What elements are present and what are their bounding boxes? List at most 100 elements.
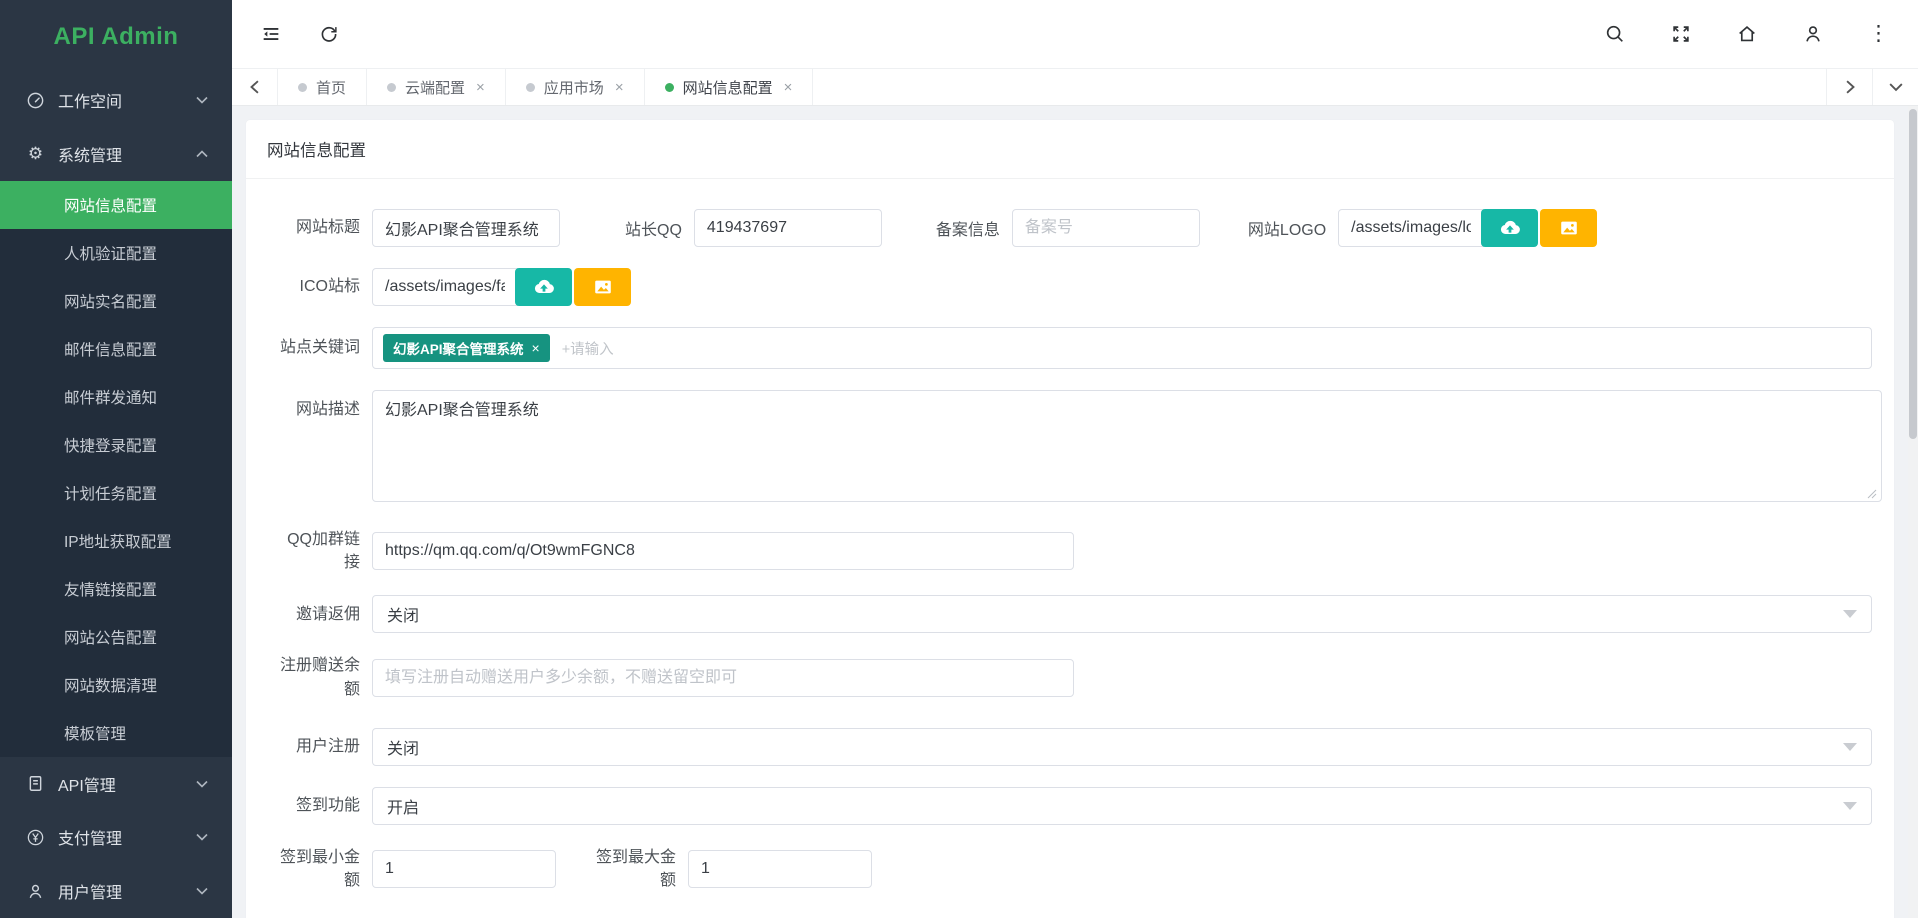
fullscreen-icon[interactable] <box>1670 23 1692 45</box>
tabs-menu-button[interactable] <box>1872 69 1918 105</box>
keywords-placeholder: +请输入 <box>562 338 614 359</box>
subitem-label: 网站实名配置 <box>64 290 157 312</box>
field-label: 站点关键词 <box>278 336 360 359</box>
sidebar-subitem-mail-notify[interactable]: 邮件群发通知 <box>0 373 232 421</box>
sidebar-item-label: 支付管理 <box>58 825 196 849</box>
webmaster-qq-input[interactable] <box>694 209 882 247</box>
select-value: 开启 <box>387 794 419 818</box>
subitem-label: 模板管理 <box>64 722 126 744</box>
tab-label: 首页 <box>316 77 346 98</box>
sidebar-item-label: 用户管理 <box>58 879 196 903</box>
system-submenu: 网站信息配置 人机验证配置 网站实名配置 邮件信息配置 邮件群发通知 快捷登录配… <box>0 181 232 757</box>
tab-close-icon[interactable]: × <box>476 79 485 96</box>
tab-close-icon[interactable]: × <box>784 79 793 96</box>
qq-group-link-input[interactable] <box>372 532 1074 570</box>
sidebar-subitem-captcha[interactable]: 人机验证配置 <box>0 229 232 277</box>
checkin-select[interactable]: 开启 <box>372 787 1872 825</box>
content-area: 网站信息配置 网站标题 站长QQ 备案信息 <box>232 106 1918 918</box>
menu-fold-icon[interactable] <box>260 23 282 45</box>
chevron-down-icon <box>196 887 208 895</box>
file-icon <box>26 774 45 793</box>
sidebar-subitem-links[interactable]: 友情链接配置 <box>0 565 232 613</box>
sidebar-subitem-template[interactable]: 模板管理 <box>0 709 232 757</box>
logo-upload-button[interactable] <box>1481 209 1538 247</box>
register-bonus-input[interactable] <box>372 659 1074 697</box>
field-label: 签到功能 <box>278 794 360 817</box>
subitem-label: 网站公告配置 <box>64 626 157 648</box>
invite-rebate-select[interactable]: 关闭 <box>372 595 1872 633</box>
tab-close-icon[interactable]: × <box>615 79 624 96</box>
keyword-tag[interactable]: 幻影API聚合管理系统 × <box>383 334 550 362</box>
tag-close-icon[interactable]: × <box>532 340 540 356</box>
subitem-label: 邮件信息配置 <box>64 338 157 360</box>
sidebar-subitem-cleanup[interactable]: 网站数据清理 <box>0 661 232 709</box>
site-description-textarea[interactable]: 幻影API聚合管理系统 <box>372 390 1882 502</box>
tab-bar: 首页 云端配置 × 应用市场 × 网站信息配置 × <box>232 68 1918 106</box>
tab-label: 云端配置 <box>405 77 465 98</box>
sidebar-item-users[interactable]: 用户管理 <box>0 864 232 918</box>
sidebar-item-api[interactable]: API管理 <box>0 757 232 811</box>
checkin-max-input[interactable] <box>688 850 872 888</box>
sidebar-subitem-realname[interactable]: 网站实名配置 <box>0 277 232 325</box>
tab-label: 应用市场 <box>544 77 604 98</box>
field-label: 用户注册 <box>278 735 360 758</box>
home-icon[interactable] <box>1736 23 1758 45</box>
field-label: 签到最小金额 <box>278 846 360 892</box>
field-label: 邀请返佣 <box>278 603 360 626</box>
user-icon[interactable] <box>1802 23 1824 45</box>
search-icon[interactable] <box>1604 23 1626 45</box>
image-icon <box>592 276 614 298</box>
tabs-scroll-left-button[interactable] <box>232 69 278 105</box>
site-title-input[interactable] <box>372 209 560 247</box>
keywords-input[interactable]: 幻影API聚合管理系统 × +请输入 <box>372 327 1872 369</box>
icp-input[interactable] <box>1012 209 1200 247</box>
tab-status-dot <box>665 83 674 92</box>
sidebar-item-workspace[interactable]: 工作空间 <box>0 73 232 127</box>
field-label: 签到最大金额 <box>588 846 676 892</box>
field-label: 备案信息 <box>936 216 1000 240</box>
sidebar-subitem-ip[interactable]: IP地址获取配置 <box>0 517 232 565</box>
sidebar-subitem-cron[interactable]: 计划任务配置 <box>0 469 232 517</box>
field-label: 网站LOGO <box>1248 216 1326 240</box>
tabs-scroll-right-button[interactable] <box>1826 69 1872 105</box>
site-logo-input[interactable] <box>1338 209 1484 247</box>
field-label: ICO站标 <box>278 275 360 298</box>
sidebar-subitem-site-info[interactable]: 网站信息配置 <box>0 181 232 229</box>
field-label: 网站描述 <box>278 398 360 421</box>
sidebar-item-payment[interactable]: 支付管理 <box>0 811 232 865</box>
subitem-label: 快捷登录配置 <box>64 434 157 456</box>
tab-app-market[interactable]: 应用市场 × <box>506 69 645 105</box>
ico-upload-button[interactable] <box>515 268 572 306</box>
sidebar-subitem-announce[interactable]: 网站公告配置 <box>0 613 232 661</box>
sidebar-item-system[interactable]: ⚙ 系统管理 <box>0 127 232 181</box>
subitem-label: 计划任务配置 <box>64 482 157 504</box>
sidebar-subitem-mail-info[interactable]: 邮件信息配置 <box>0 325 232 373</box>
sidebar: API Admin 工作空间 ⚙ 系统管理 网站信息配置 人机验证配置 网站实名… <box>0 0 232 918</box>
ico-input[interactable] <box>372 268 518 306</box>
dashboard-icon <box>26 91 45 110</box>
sidebar-item-label: 工作空间 <box>58 88 196 112</box>
app-title: API Admin <box>0 0 232 73</box>
tab-status-dot <box>526 83 535 92</box>
subitem-label: 友情链接配置 <box>64 578 157 600</box>
ico-preview-button[interactable] <box>574 268 631 306</box>
tab-home[interactable]: 首页 <box>278 69 367 105</box>
user-icon <box>26 882 45 901</box>
sidebar-subitem-quick-login[interactable]: 快捷登录配置 <box>0 421 232 469</box>
refresh-icon[interactable] <box>318 23 340 45</box>
image-icon <box>1558 217 1580 239</box>
main-area: ⋮ 首页 云端配置 × 应用市场 × <box>232 0 1918 918</box>
card-title: 网站信息配置 <box>246 120 1894 179</box>
select-value: 关闭 <box>387 735 419 759</box>
logo-preview-button[interactable] <box>1540 209 1597 247</box>
more-vertical-icon[interactable]: ⋮ <box>1868 23 1890 45</box>
sidebar-item-label: 系统管理 <box>58 142 196 166</box>
subitem-label: 人机验证配置 <box>64 242 157 264</box>
tab-cloud-config[interactable]: 云端配置 × <box>367 69 506 105</box>
tab-site-info-config[interactable]: 网站信息配置 × <box>645 69 814 105</box>
checkin-min-input[interactable] <box>372 850 556 888</box>
user-register-select[interactable]: 关闭 <box>372 728 1872 766</box>
scrollbar-thumb[interactable] <box>1909 109 1917 439</box>
tab-status-dot <box>387 83 396 92</box>
resize-handle[interactable] <box>1867 489 1877 499</box>
